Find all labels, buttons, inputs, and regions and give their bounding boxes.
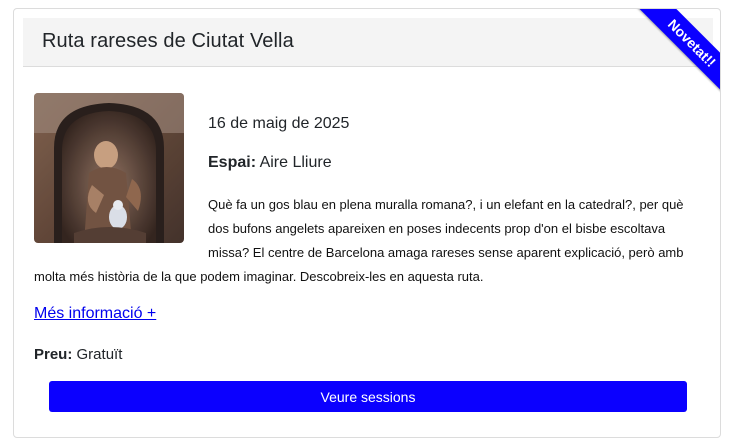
- new-ribbon-label: Novetat!!: [633, 9, 720, 102]
- more-info-link[interactable]: Més informació +: [34, 305, 156, 323]
- new-ribbon: Novetat!!: [620, 9, 720, 109]
- event-title: Ruta rareses de Ciutat Vella: [42, 30, 294, 52]
- event-space: Espai: Aire Lliure: [208, 154, 332, 172]
- view-sessions-button[interactable]: Veure sessions: [49, 381, 687, 412]
- price-value: Gratuït: [76, 346, 123, 363]
- space-value: Aire Lliure: [259, 154, 332, 171]
- price-label: Preu:: [34, 346, 73, 363]
- card-header: Ruta rareses de Ciutat Vella: [23, 18, 713, 67]
- event-date: 16 de maig de 2025: [208, 115, 350, 132]
- event-description-block: Què fa un gos blau en plena muralla roma…: [34, 193, 704, 289]
- image-float-spacer: [34, 193, 208, 251]
- event-price: Preu: Gratuït: [34, 346, 122, 363]
- event-card: Ruta rareses de Ciutat Vella Novetat!! 1…: [13, 8, 721, 438]
- space-label: Espai:: [208, 154, 257, 171]
